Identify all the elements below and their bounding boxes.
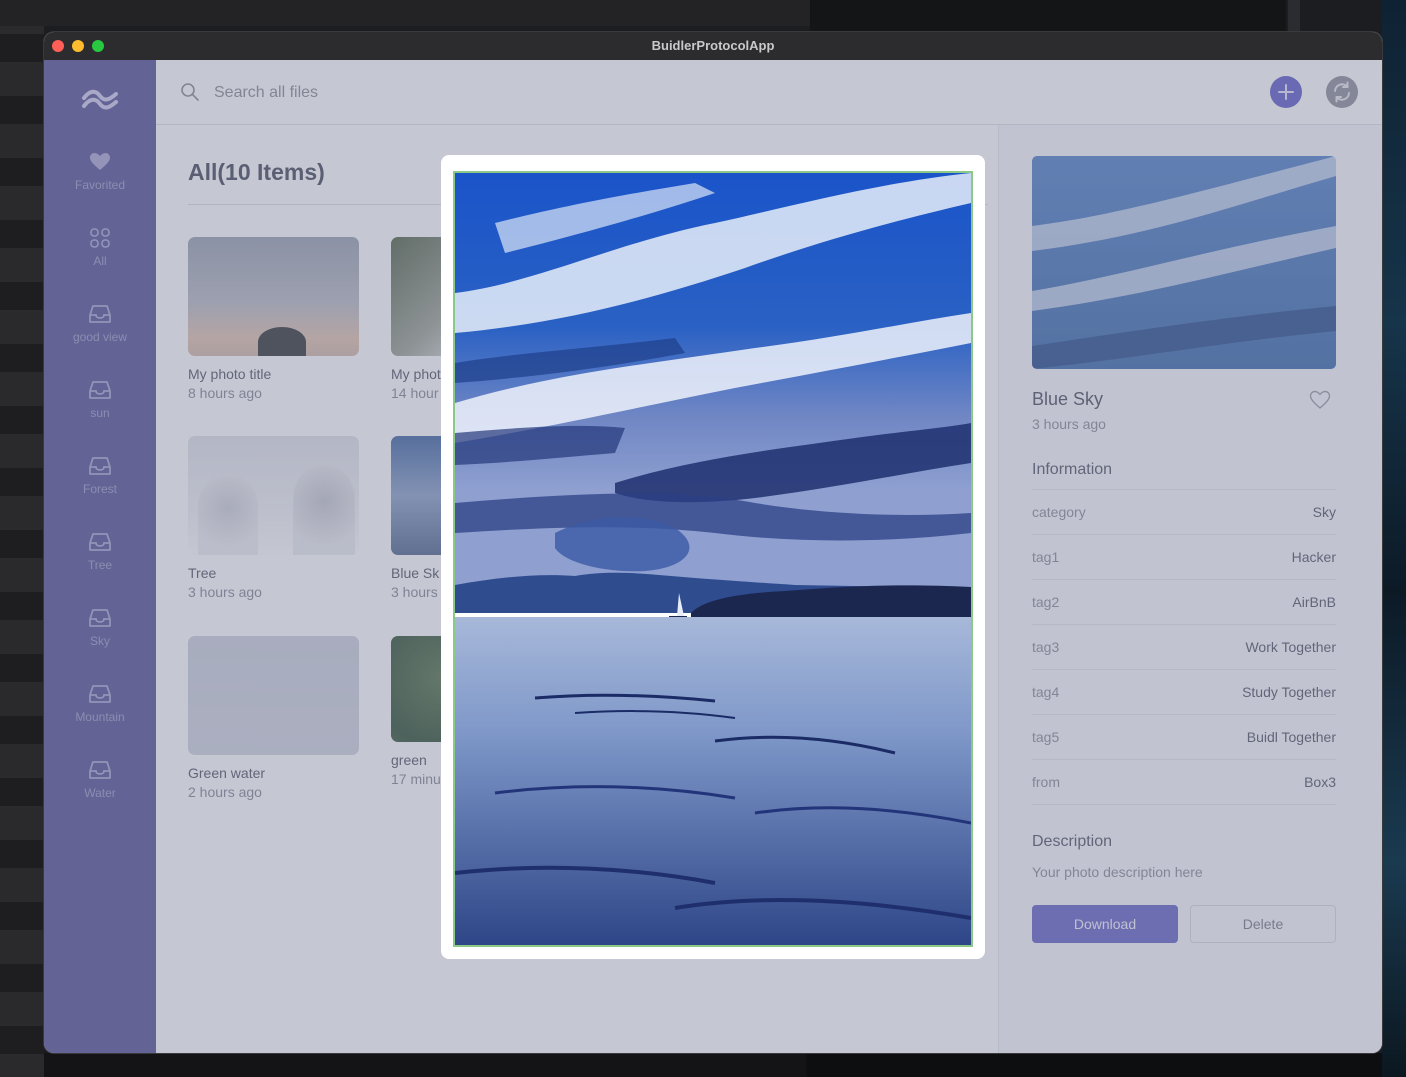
background-scrollbar (1288, 0, 1300, 32)
app-window: BuidlerProtocolApp Favorited All good vi… (44, 32, 1382, 1053)
title-bar: BuidlerProtocolApp (44, 32, 1382, 61)
background-window-bar (810, 0, 1286, 32)
desktop-wallpaper (1382, 0, 1406, 1077)
preview-image (455, 173, 971, 945)
image-preview-modal (441, 155, 985, 959)
window-title: BuidlerProtocolApp (651, 38, 775, 53)
background-window-bar (0, 0, 810, 26)
desktop-background (0, 0, 44, 1077)
preview-image-frame (453, 171, 973, 947)
desktop-background (44, 1053, 1382, 1077)
